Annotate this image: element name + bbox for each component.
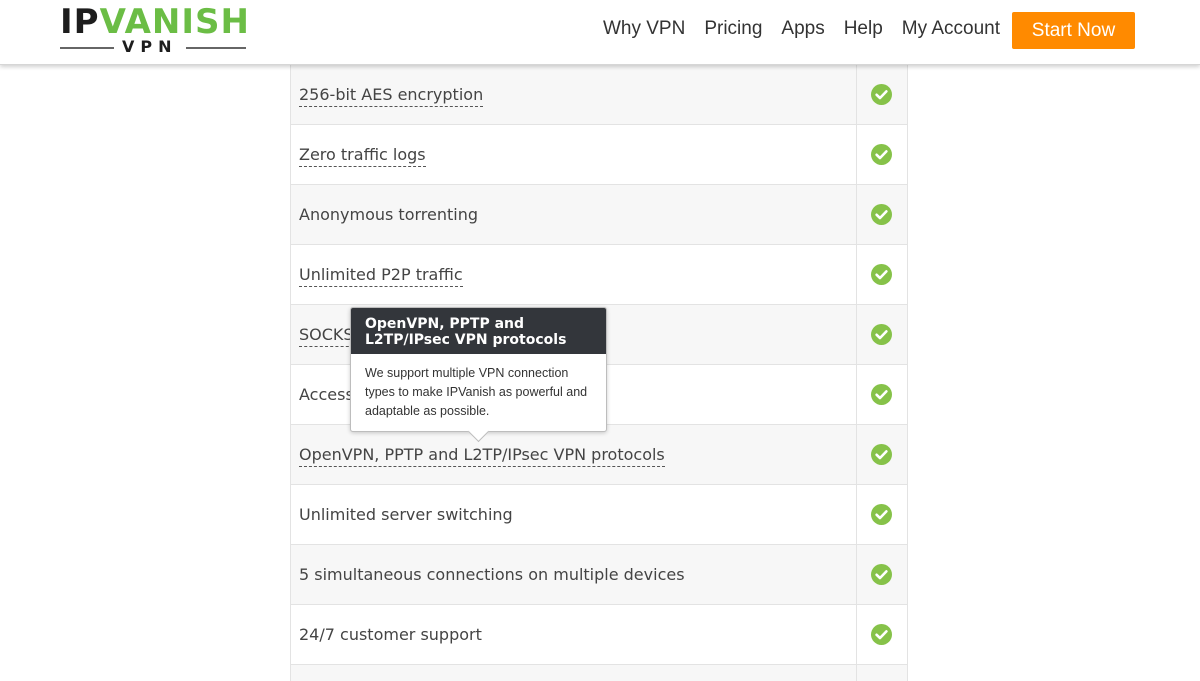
feature-name-cell [291, 665, 857, 681]
feature-row: Zero traffic logs [291, 125, 907, 185]
check-icon-svg [875, 270, 888, 280]
feature-label[interactable]: OpenVPN, PPTP and L2TP/IPsec VPN protoco… [299, 445, 665, 467]
feature-name-cell: 24/7 customer support [291, 605, 857, 664]
check-icon-svg [875, 510, 888, 520]
check-circle-icon [871, 444, 892, 465]
logo-wordmark: IPVANISH [60, 4, 250, 40]
nav-link-why-vpn[interactable]: Why VPN [603, 18, 685, 40]
feature-label[interactable]: 256-bit AES encryption [299, 85, 484, 107]
feature-row: Unlimited P2P traffic [291, 245, 907, 305]
feature-row: 256-bit AES encryption [291, 65, 907, 125]
feature-name-cell: OpenVPN, PPTP and L2TP/IPsec VPN protoco… [291, 425, 857, 484]
feature-row: OpenVPN, PPTP and L2TP/IPsec VPN protoco… [291, 425, 907, 485]
check-icon-svg [875, 570, 888, 580]
site-header: IPVANISH VPN Why VPN Pricing Apps Help M… [0, 0, 1200, 65]
feature-label[interactable]: Zero traffic logs [299, 145, 426, 167]
feature-label[interactable]: SOCKS [299, 325, 354, 347]
feature-name-cell: Unlimited server switching [291, 485, 857, 544]
feature-label: Anonymous torrenting [299, 205, 479, 224]
logo-line-right [186, 47, 246, 49]
nav-link-apps[interactable]: Apps [781, 18, 824, 40]
check-icon-svg [875, 90, 888, 100]
check-icon-svg [875, 450, 888, 460]
check-circle-icon [871, 624, 892, 645]
feature-name-cell: 5 simultaneous connections on multiple d… [291, 545, 857, 604]
logo-vanish-text: VANISH [99, 2, 250, 42]
check-circle-icon [871, 84, 892, 105]
check-circle-icon [871, 564, 892, 585]
feature-label: 24/7 customer support [299, 625, 482, 644]
start-now-button[interactable]: Start Now [1012, 12, 1135, 49]
feature-row: 24/7 customer support [291, 605, 907, 665]
feature-tooltip: OpenVPN, PPTP and L2TP/IPsec VPN protoco… [350, 307, 607, 443]
check-circle-icon [871, 324, 892, 345]
check-icon-svg [875, 210, 888, 220]
check-icon-svg [875, 330, 888, 340]
logo-ip-text: IP [60, 2, 100, 42]
logo-subline: VPN [60, 37, 246, 56]
feature-name-cell: Anonymous torrenting [291, 185, 857, 244]
check-circle-icon [871, 144, 892, 165]
logo-vpn-text: VPN [122, 37, 178, 56]
check-icon-svg [875, 630, 888, 640]
feature-label: Access [299, 385, 354, 404]
feature-row: Anonymous torrenting [291, 185, 907, 245]
check-circle-icon [871, 384, 892, 405]
check-circle-icon [871, 204, 892, 225]
feature-row: Unlimited server switching [291, 485, 907, 545]
feature-name-cell: Zero traffic logs [291, 125, 857, 184]
check-icon-svg [875, 150, 888, 160]
nav-link-my-account[interactable]: My Account [902, 18, 1000, 40]
nav-link-help[interactable]: Help [844, 18, 883, 40]
feature-row: 5 simultaneous connections on multiple d… [291, 545, 907, 605]
feature-label: Unlimited server switching [299, 505, 513, 524]
tooltip-title: OpenVPN, PPTP and L2TP/IPsec VPN protoco… [351, 308, 606, 354]
feature-name-cell: 256-bit AES encryption [291, 65, 857, 124]
main-nav: Why VPN Pricing Apps Help My Account [584, 0, 1000, 58]
ipvanish-logo[interactable]: IPVANISH VPN [60, 4, 249, 58]
feature-label[interactable]: Unlimited P2P traffic [299, 265, 463, 287]
feature-name-cell: Unlimited P2P traffic [291, 245, 857, 304]
check-icon-svg [875, 390, 888, 400]
check-circle-icon [871, 264, 892, 285]
check-circle-icon [871, 504, 892, 525]
nav-link-pricing[interactable]: Pricing [704, 18, 762, 40]
feature-label: 5 simultaneous connections on multiple d… [299, 565, 685, 584]
tooltip-body: We support multiple VPN connection types… [365, 366, 588, 418]
feature-row-partial [291, 665, 907, 681]
logo-line-left [60, 47, 114, 49]
